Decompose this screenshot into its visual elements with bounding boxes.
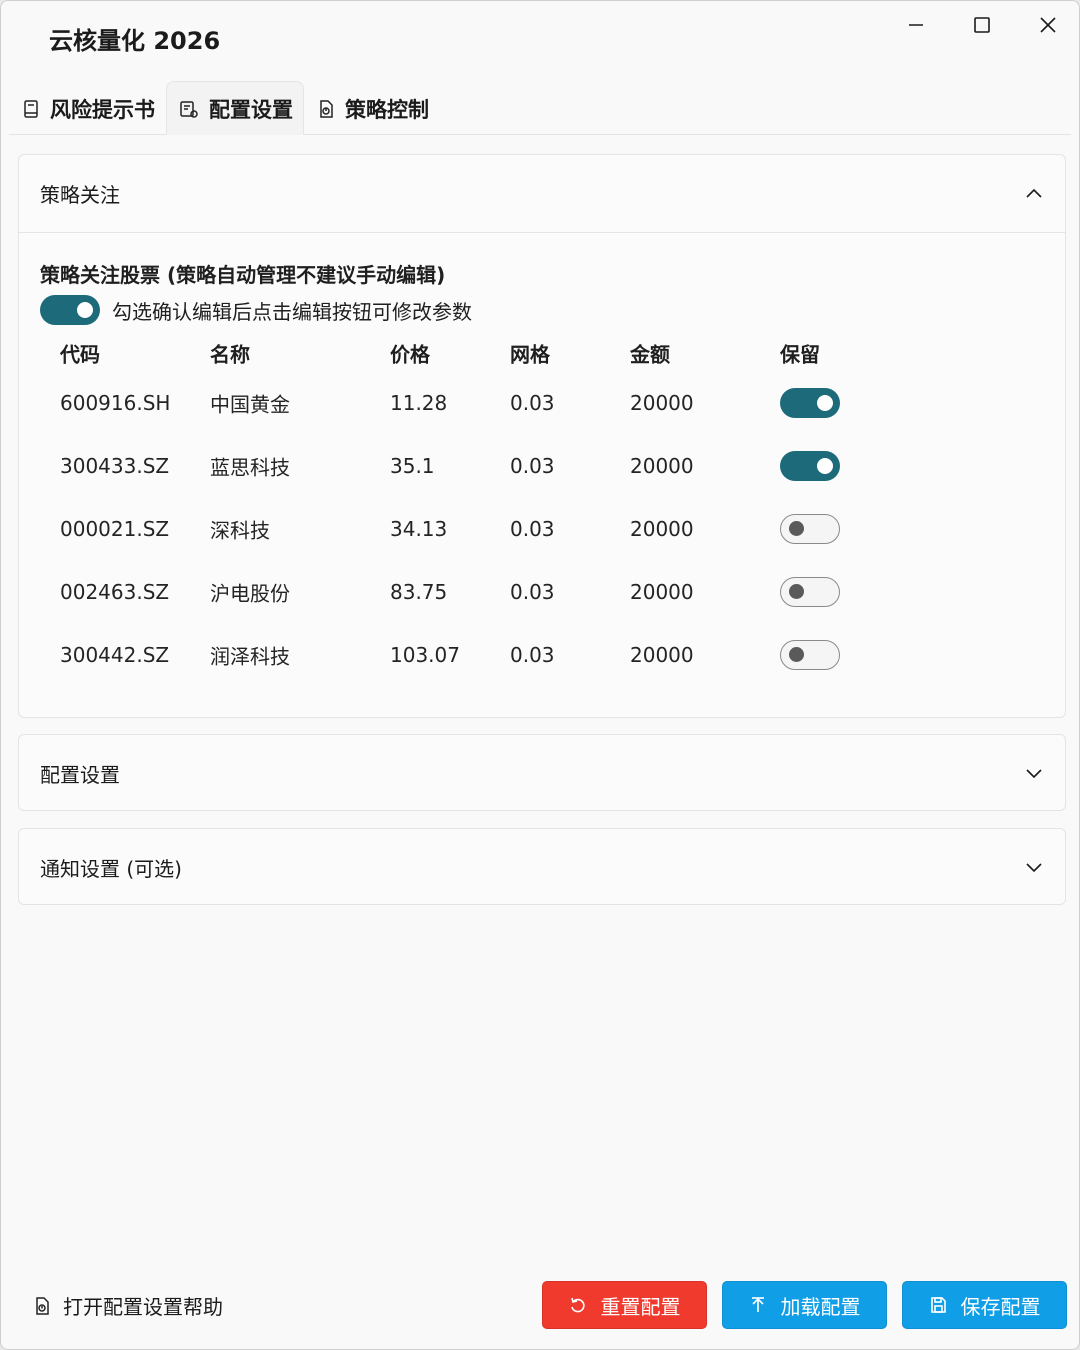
tab-label: 策略控制 <box>345 97 429 122</box>
panel-title: 配置设置 <box>40 763 120 787</box>
tab-bar: 风险提示书 配置设置 策略控制 <box>9 81 1071 135</box>
upload-arrow-icon <box>751 1297 764 1312</box>
tab-label: 配置设置 <box>209 97 293 122</box>
column-header-price: 价格 <box>390 342 430 367</box>
panel-title: 策略关注 <box>40 183 120 207</box>
settings-document-icon <box>180 100 198 118</box>
strategy-watch-panel-header[interactable]: 策略关注 <box>19 155 1065 232</box>
stock-amount: 20000 <box>630 516 694 541</box>
close-icon <box>1040 17 1056 33</box>
table-header: 代码 名称 价格 网格 金额 保留 <box>60 329 960 371</box>
maximize-icon <box>974 17 990 33</box>
chevron-up-icon <box>1025 184 1043 203</box>
save-config-label: 保存配置 <box>960 1294 1041 1319</box>
notification-settings-panel: 通知设置 (可选) <box>18 828 1066 905</box>
stock-amount: 20000 <box>630 390 694 415</box>
stock-grid: 0.03 <box>510 579 555 604</box>
app-window: 云核量化 2026 风险提示书 配置设置 策略控制 策略关注 策略关注股票 (策… <box>0 0 1080 1350</box>
stock-grid: 0.03 <box>510 390 555 415</box>
help-document-icon <box>36 1296 49 1315</box>
keep-toggle[interactable] <box>780 513 840 544</box>
minimize-button[interactable] <box>891 9 941 41</box>
stock-grid: 0.03 <box>510 453 555 478</box>
reset-config-button[interactable]: 重置配置 <box>542 1281 707 1329</box>
document-icon <box>24 99 38 118</box>
panel-title: 通知设置 (可选) <box>40 857 182 881</box>
load-config-button[interactable]: 加载配置 <box>722 1281 887 1329</box>
stock-code: 300442.SZ <box>60 642 170 667</box>
column-header-grid: 网格 <box>510 342 550 367</box>
stock-code: 002463.SZ <box>60 579 170 604</box>
table-row: 600916.SH 中国黄金 11.28 0.03 20000 <box>60 371 960 434</box>
minimize-icon <box>909 24 923 26</box>
stock-price: 83.75 <box>390 579 448 604</box>
chevron-down-icon <box>1025 764 1043 783</box>
stock-code: 300433.SZ <box>60 453 170 478</box>
open-config-help-link[interactable]: 打开配置设置帮助 <box>33 1291 223 1320</box>
config-settings-panel-header[interactable]: 配置设置 <box>19 735 1065 812</box>
stock-code: 000021.SZ <box>60 516 170 541</box>
table-row: 000021.SZ 深科技 34.13 0.03 20000 <box>60 497 960 560</box>
strategy-watch-panel-body: 策略关注股票 (策略自动管理不建议手动编辑) 勾选确认编辑后点击编辑按钮可修改参… <box>19 232 1065 718</box>
confirm-edit-label: 勾选确认编辑后点击编辑按钮可修改参数 <box>112 299 472 324</box>
app-title: 云核量化 2026 <box>49 27 221 55</box>
column-header-keep: 保留 <box>780 342 820 367</box>
footer-bar: 打开配置设置帮助 重置配置 加载配置 保存配置 <box>1 1279 1079 1331</box>
column-header-amount: 金额 <box>630 342 670 367</box>
keep-toggle[interactable] <box>780 387 840 418</box>
tab-config-settings[interactable]: 配置设置 <box>166 81 304 135</box>
undo-icon <box>570 1297 585 1313</box>
tab-label: 风险提示书 <box>50 97 155 122</box>
notification-settings-panel-header[interactable]: 通知设置 (可选) <box>19 829 1065 906</box>
close-button[interactable] <box>1023 9 1073 41</box>
stock-name: 深科技 <box>210 518 270 542</box>
keep-toggle[interactable] <box>780 576 840 607</box>
help-label: 打开配置设置帮助 <box>63 1295 223 1319</box>
chevron-down-icon <box>1025 858 1043 877</box>
keep-toggle[interactable] <box>780 639 840 670</box>
table-row: 300433.SZ 蓝思科技 35.1 0.03 20000 <box>60 434 960 497</box>
load-config-label: 加载配置 <box>780 1294 861 1319</box>
stock-grid: 0.03 <box>510 516 555 541</box>
confirm-edit-toggle[interactable] <box>40 295 100 325</box>
stock-name: 润泽科技 <box>210 644 290 668</box>
stock-grid: 0.03 <box>510 642 555 667</box>
table-row: 300442.SZ 润泽科技 103.07 0.03 20000 <box>60 623 960 686</box>
strategy-watch-panel: 策略关注 策略关注股票 (策略自动管理不建议手动编辑) 勾选确认编辑后点击编辑按… <box>18 154 1066 718</box>
stock-amount: 20000 <box>630 579 694 604</box>
stock-amount: 20000 <box>630 453 694 478</box>
config-settings-panel: 配置设置 <box>18 734 1066 811</box>
stock-table: 代码 名称 价格 网格 金额 保留 600916.SH 中国黄金 11.28 0… <box>60 329 960 686</box>
tab-strategy-control[interactable]: 策略控制 <box>304 81 440 135</box>
stock-name: 中国黄金 <box>210 392 290 416</box>
stock-code: 600916.SH <box>60 390 171 415</box>
reset-config-label: 重置配置 <box>600 1294 681 1319</box>
stock-name: 沪电股份 <box>210 581 290 605</box>
stock-price: 103.07 <box>390 642 460 667</box>
column-header-code: 代码 <box>60 342 100 367</box>
title-bar: 云核量化 2026 <box>1 1 1079 71</box>
save-icon <box>930 1297 946 1313</box>
confirm-edit-row: 勾选确认编辑后点击编辑按钮可修改参数 <box>40 295 472 325</box>
stock-price: 11.28 <box>390 390 448 415</box>
table-row: 002463.SZ 沪电股份 83.75 0.03 20000 <box>60 560 960 623</box>
keep-toggle[interactable] <box>780 450 840 481</box>
maximize-button[interactable] <box>957 9 1007 41</box>
save-config-button[interactable]: 保存配置 <box>902 1281 1067 1329</box>
stock-price: 35.1 <box>390 453 435 478</box>
section-title: 策略关注股票 (策略自动管理不建议手动编辑) <box>40 263 446 287</box>
stock-name: 蓝思科技 <box>210 455 290 479</box>
column-header-name: 名称 <box>210 342 250 367</box>
tab-risk-disclosure[interactable]: 风险提示书 <box>9 81 166 135</box>
stock-price: 34.13 <box>390 516 448 541</box>
stock-amount: 20000 <box>630 642 694 667</box>
strategy-document-icon <box>320 99 333 118</box>
